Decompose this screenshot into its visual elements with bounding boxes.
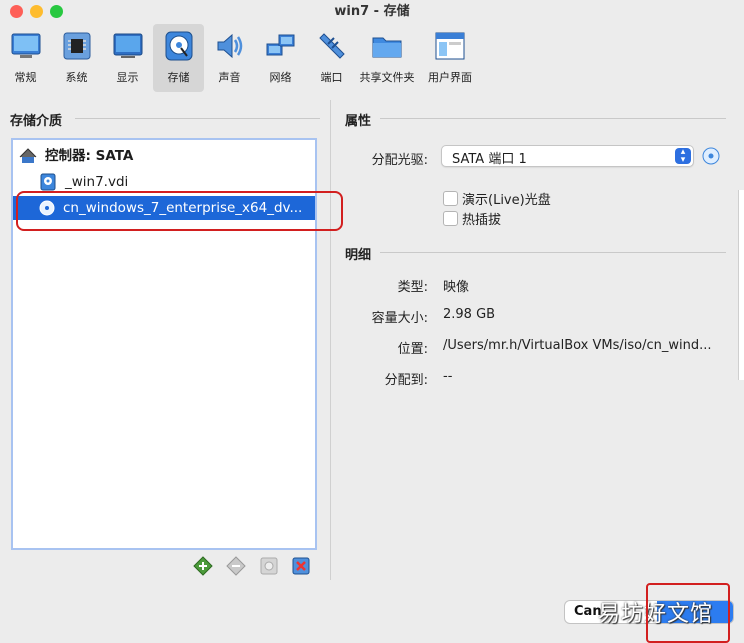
tab-ports[interactable]: 端口	[306, 24, 357, 92]
zoom-window-button[interactable]	[50, 5, 63, 18]
remove-controller-icon[interactable]	[226, 556, 246, 576]
title-bar: win7 - 存储	[0, 0, 744, 24]
add-controller-icon[interactable]	[193, 556, 213, 576]
network-icon	[266, 34, 294, 56]
location-label: 位置:	[397, 342, 428, 357]
attributes-divider	[380, 118, 726, 119]
type-label: 类型:	[397, 280, 428, 295]
location-value: /Users/mr.h/VirtualBox VMs/iso/cn_wind..…	[443, 338, 712, 353]
controller-icon	[19, 148, 37, 163]
tab-audio[interactable]: 声音	[204, 24, 255, 92]
remove-attachment-icon[interactable]	[291, 556, 311, 576]
settings-toolbar: 常规 系统 显示 存储 声音 网络 端口 共享文件夹 用户界面	[0, 24, 744, 94]
attributes-title: 属性	[345, 114, 372, 129]
tab-general[interactable]: 常规	[0, 24, 51, 92]
display-icon	[113, 33, 142, 58]
controller-row[interactable]: 控制器: SATA	[19, 144, 133, 168]
type-value: 映像	[443, 280, 470, 295]
attached-to-value: --	[443, 369, 453, 384]
size-label: 容量大小:	[371, 311, 428, 326]
choose-disk-icon[interactable]	[702, 147, 720, 165]
folder-icon	[372, 37, 402, 58]
general-monitor-icon	[11, 33, 40, 58]
window-title: win7 - 存储	[334, 4, 410, 19]
iso-highlight-box	[16, 191, 343, 231]
live-cd-checkbox[interactable]	[443, 191, 458, 206]
hard-disk-icon	[40, 173, 56, 191]
window-controls	[10, 5, 63, 18]
storage-disk-icon	[165, 31, 192, 61]
pane-divider	[330, 100, 331, 580]
hotplug-checkbox[interactable]	[443, 211, 458, 226]
window-ui-icon	[435, 32, 465, 60]
live-cd-label: 演示(Live)光盘	[462, 193, 551, 208]
port-plug-icon	[318, 33, 345, 59]
tab-network[interactable]: 网络	[255, 24, 306, 92]
close-window-button[interactable]	[10, 5, 23, 18]
tab-shared-folders[interactable]: 共享文件夹	[357, 24, 417, 92]
minimize-window-button[interactable]	[30, 5, 43, 18]
size-value: 2.98 GB	[443, 307, 496, 322]
tab-display[interactable]: 显示	[102, 24, 153, 92]
tab-user-interface[interactable]: 用户界面	[417, 24, 483, 92]
optical-drive-value: SATA 端口 1	[452, 152, 527, 167]
speaker-icon	[217, 33, 242, 59]
background-window-edge	[738, 190, 744, 380]
details-title: 明细	[345, 248, 372, 263]
add-attachment-icon[interactable]	[259, 556, 279, 576]
chip-icon	[63, 32, 90, 60]
hotplug-label: 热插拔	[462, 213, 502, 228]
optical-drive-select[interactable]: SATA 端口 1 ▴ ▾	[441, 145, 694, 167]
storage-media-title: 存储介质	[10, 114, 63, 129]
chevron-updown-icon: ▴ ▾	[675, 148, 691, 165]
tab-system[interactable]: 系统	[51, 24, 102, 92]
ok-highlight-box	[646, 583, 730, 643]
tab-storage[interactable]: 存储	[153, 24, 204, 92]
attached-to-label: 分配到:	[384, 373, 428, 388]
optical-drive-label: 分配光驱:	[371, 153, 428, 168]
storage-title-divider	[75, 118, 320, 119]
details-divider	[380, 252, 726, 253]
